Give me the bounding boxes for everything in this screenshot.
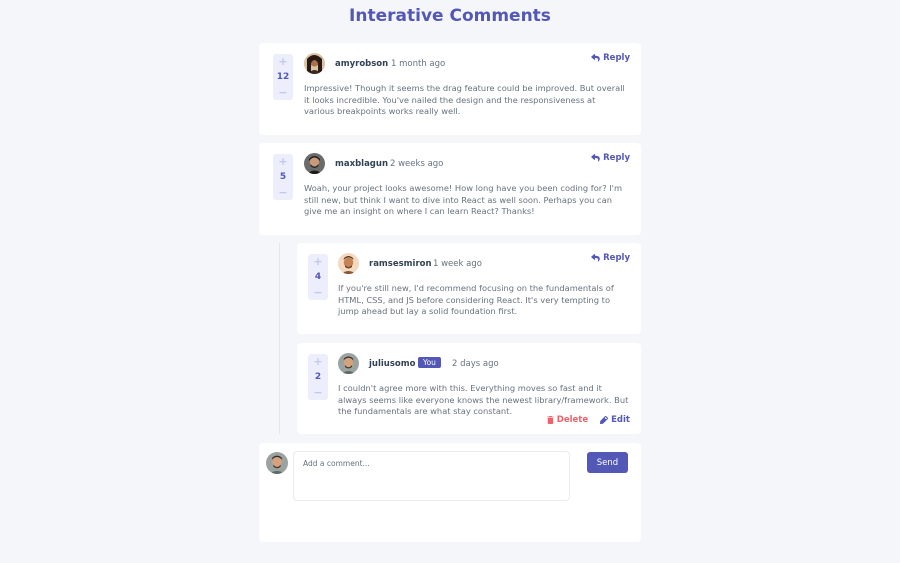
minus-icon[interactable]: −: [313, 387, 322, 398]
reply-card: + 2 − juliusomo You 2 days ago I couldn'…: [297, 343, 641, 434]
username[interactable]: amyrobson: [335, 59, 388, 69]
vote-control: + 5 −: [273, 154, 293, 200]
minus-icon[interactable]: −: [278, 187, 287, 198]
reply-button[interactable]: Reply: [591, 53, 630, 63]
reply-label: Reply: [603, 53, 630, 63]
username[interactable]: maxblagun: [335, 159, 388, 169]
reply-arrow-icon: [591, 54, 600, 62]
reply-button[interactable]: Reply: [591, 253, 630, 263]
reply-button[interactable]: Reply: [591, 153, 630, 163]
reply-card: + 4 − ramsesmiron 1 week ago Reply If yo…: [297, 243, 641, 334]
score: 4: [314, 272, 322, 282]
avatar: [338, 253, 359, 274]
avatar: [304, 53, 325, 74]
plus-icon[interactable]: +: [278, 156, 287, 167]
plus-icon[interactable]: +: [313, 256, 322, 267]
comment-text: Woah, your project looks awesome! How lo…: [304, 183, 623, 217]
vote-control: + 2 −: [308, 354, 328, 400]
minus-icon[interactable]: −: [313, 287, 322, 298]
comment-text: I couldn't agree more with this. Everyth…: [338, 383, 629, 417]
timestamp: 1 month ago: [391, 59, 446, 69]
plus-icon[interactable]: +: [278, 56, 287, 67]
page-title: Interative Comments: [349, 6, 551, 26]
minus-icon[interactable]: −: [278, 87, 287, 98]
delete-label: Delete: [556, 415, 589, 425]
trash-icon: [546, 416, 554, 424]
comment-card: + 12 − amyrobson 1 month ago Reply Impre…: [259, 43, 641, 135]
comment-card: + 5 − maxblagun 2 weeks ago Reply Woah, …: [259, 143, 641, 235]
pencil-icon: [600, 416, 609, 424]
avatar: [304, 153, 325, 174]
reply-label: Reply: [603, 153, 630, 163]
reply-label: Reply: [603, 253, 630, 263]
score: 5: [279, 172, 287, 182]
add-comment-card: Send: [259, 443, 641, 542]
reply-arrow-icon: [591, 254, 600, 262]
vote-control: + 4 −: [308, 254, 328, 300]
vote-control: + 12 −: [273, 54, 293, 100]
timestamp: 1 week ago: [433, 259, 482, 269]
comment-input[interactable]: [293, 451, 570, 501]
score: 12: [276, 72, 290, 82]
edit-button[interactable]: Edit: [600, 415, 630, 425]
avatar: [266, 452, 288, 474]
reply-thread-line: [279, 243, 280, 434]
timestamp: 2 days ago: [452, 359, 499, 369]
comment-text: If you're still new, I'd recommend focus…: [338, 283, 614, 317]
comment-actions: Delete Edit: [546, 415, 630, 425]
timestamp: 2 weeks ago: [390, 159, 444, 169]
edit-label: Edit: [611, 415, 630, 425]
plus-icon[interactable]: +: [313, 356, 322, 367]
send-button[interactable]: Send: [587, 452, 628, 473]
username[interactable]: juliusomo: [369, 359, 415, 369]
you-badge: You: [418, 357, 441, 368]
comment-text: Impressive! Though it seems the drag fea…: [304, 83, 625, 117]
delete-button[interactable]: Delete: [546, 415, 589, 425]
avatar: [338, 353, 359, 374]
score: 2: [314, 372, 322, 382]
reply-arrow-icon: [591, 154, 600, 162]
username[interactable]: ramsesmiron: [369, 259, 432, 269]
